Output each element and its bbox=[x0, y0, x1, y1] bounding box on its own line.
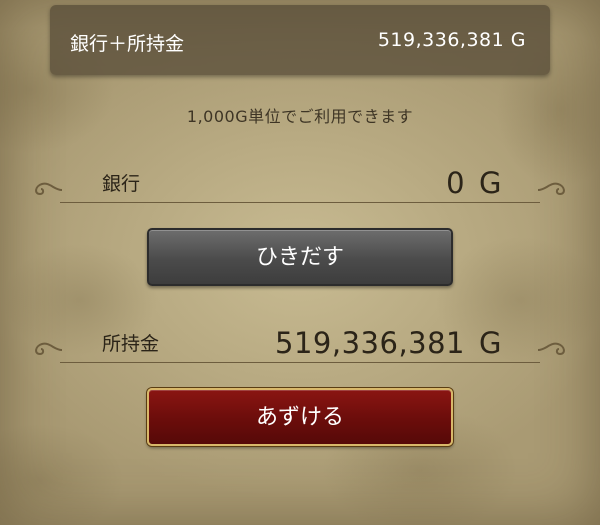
withdraw-button[interactable]: ひきだす bbox=[147, 228, 453, 286]
flourish-left-icon bbox=[35, 342, 63, 356]
flourish-left-icon bbox=[35, 182, 63, 196]
unit-notice: 1,000G単位でご利用できます bbox=[186, 107, 414, 126]
bank-row: 銀行 0G bbox=[60, 150, 540, 203]
wallet-amount: 519,336,381 G bbox=[275, 326, 502, 360]
wallet-row: 所持金 519,336,381 G bbox=[60, 310, 540, 363]
flourish-right-icon bbox=[537, 342, 565, 356]
total-summary-panel: 銀行＋所持金 519,336,381 G bbox=[50, 5, 550, 75]
total-amount: 519,336,381 G bbox=[377, 29, 526, 51]
bank-label: 銀行 bbox=[102, 173, 141, 195]
total-label: 銀行＋所持金 bbox=[70, 33, 185, 55]
flourish-right-icon bbox=[537, 182, 565, 196]
deposit-button[interactable]: あずける bbox=[147, 388, 453, 446]
wallet-label: 所持金 bbox=[102, 333, 160, 355]
bank-amount: 0G bbox=[446, 166, 502, 200]
